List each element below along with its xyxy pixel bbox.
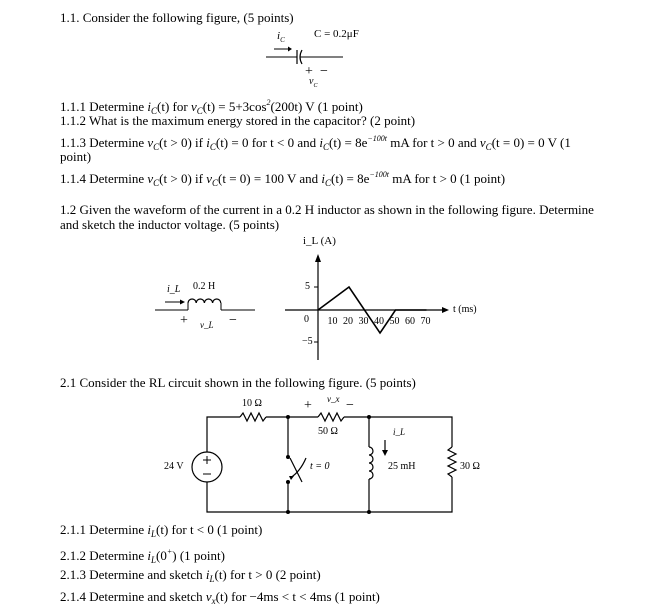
rl-circuit xyxy=(191,411,458,514)
r3-label: 30 Ω xyxy=(460,461,480,472)
resistor-10-ohm xyxy=(239,411,267,423)
resistor-50-ohm xyxy=(317,411,345,423)
current-arrow-icon xyxy=(382,450,388,456)
resistor-30-ohm xyxy=(446,446,458,478)
minus-sign: − xyxy=(346,398,354,413)
r2-label: 50 Ω xyxy=(318,426,338,437)
inductor-label: 25 mH xyxy=(388,461,416,472)
vx-label: v_x xyxy=(327,394,340,404)
il-label: i_L xyxy=(393,427,406,437)
switch-label: t = 0 xyxy=(310,461,330,472)
inductor-25mh xyxy=(368,446,374,480)
source-label: 24 V xyxy=(164,461,184,472)
r1-label: 10 Ω xyxy=(242,398,262,409)
plus-sign: + xyxy=(304,398,312,413)
